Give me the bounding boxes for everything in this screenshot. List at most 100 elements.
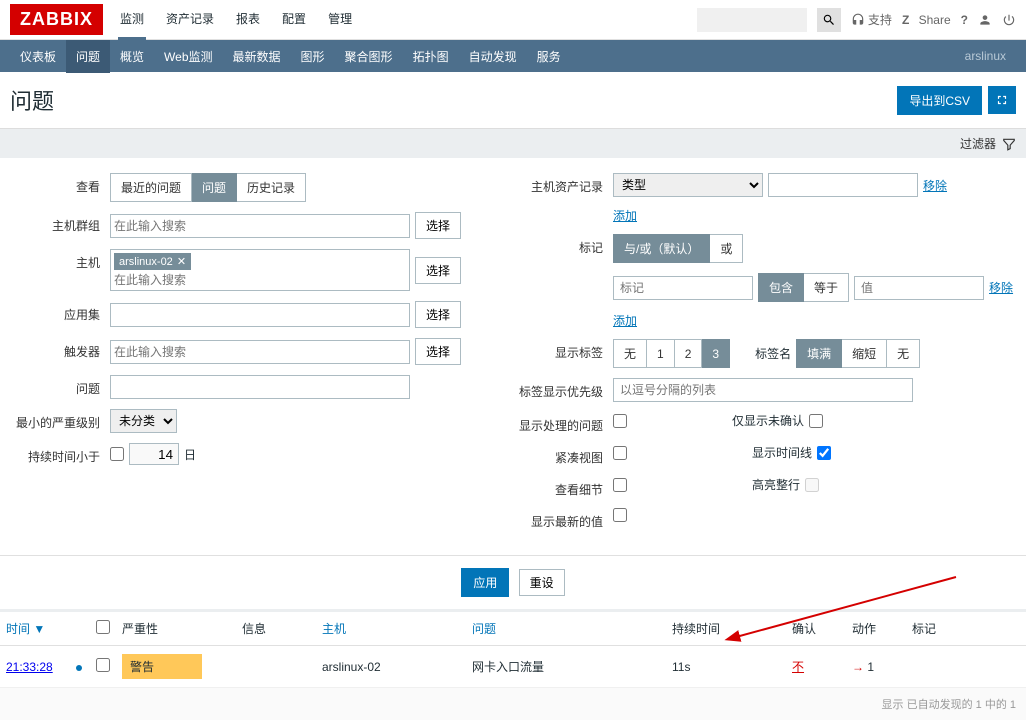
host-select-button[interactable]: 选择 — [415, 257, 461, 284]
th-host[interactable]: 主机 — [322, 622, 346, 636]
support-link[interactable]: 支持 — [851, 11, 892, 28]
row-ack[interactable]: 不 — [792, 660, 804, 674]
table-row: 21:33:28 警告 arslinux-02 网卡入口流量 11s 不 → 1 — [0, 646, 1026, 688]
severity-select[interactable]: 未分类 — [110, 409, 177, 433]
highlight-label: 高亮整行 — [752, 476, 800, 493]
inventory-add-link[interactable]: 添加 — [613, 207, 637, 224]
duration-value[interactable] — [129, 443, 179, 465]
topnav-menu: 监测 资产记录 报表 配置 管理 — [118, 0, 354, 40]
th-problem[interactable]: 问题 — [472, 622, 496, 636]
tagname-short[interactable]: 缩短 — [842, 339, 887, 368]
tag-add-link[interactable]: 添加 — [613, 312, 637, 329]
showtags-none[interactable]: 无 — [613, 339, 647, 368]
duration-checkbox[interactable] — [110, 447, 124, 461]
subnav-latest[interactable]: 最新数据 — [223, 40, 291, 73]
search-button[interactable] — [817, 8, 841, 32]
showtags-group: 无 1 2 3 — [613, 339, 730, 368]
tagname-none[interactable]: 无 — [887, 339, 920, 368]
view-problems[interactable]: 问题 — [192, 173, 237, 202]
latest-label: 显示最新的值 — [513, 508, 613, 530]
app-select-button[interactable]: 选择 — [415, 301, 461, 328]
row-checkbox[interactable] — [96, 658, 110, 672]
filter-toggle[interactable]: 过滤器 — [960, 135, 1016, 152]
global-search-input[interactable] — [697, 8, 807, 32]
view-history[interactable]: 历史记录 — [237, 173, 306, 202]
help-link[interactable]: ? — [961, 13, 968, 27]
nav-reports[interactable]: 报表 — [234, 0, 262, 40]
fullscreen-icon — [995, 93, 1009, 107]
nav-admin[interactable]: 管理 — [326, 0, 354, 40]
highlight-checkbox[interactable] — [805, 478, 819, 492]
tags-or-button[interactable]: 或 — [710, 234, 743, 263]
filter-actions: 应用 重设 — [0, 556, 1026, 612]
nav-inventory[interactable]: 资产记录 — [164, 0, 216, 40]
app-input[interactable] — [110, 303, 410, 327]
view-recent[interactable]: 最近的问题 — [110, 173, 192, 202]
row-severity: 警告 — [122, 654, 202, 679]
subnav-problems[interactable]: 问题 — [66, 40, 110, 73]
tag-contain-button[interactable]: 包含 — [758, 273, 804, 302]
showtags-1[interactable]: 1 — [647, 339, 675, 368]
th-time[interactable]: 时间 ▼ — [6, 622, 45, 636]
showtags-label: 显示标签 — [513, 339, 613, 361]
hostgroup-select-button[interactable]: 选择 — [415, 212, 461, 239]
inventory-type-select[interactable]: 类型 — [613, 173, 763, 197]
tag-name-input[interactable] — [613, 276, 753, 300]
showtags-3[interactable]: 3 — [702, 339, 730, 368]
row-time[interactable]: 21:33:28 — [6, 660, 53, 674]
host-multiselect[interactable]: arslinux-02 ✕ — [110, 249, 410, 291]
apply-button[interactable]: 应用 — [461, 568, 509, 597]
tags-andor-button[interactable]: 与/或（默认） — [613, 234, 710, 263]
details-label: 查看细节 — [513, 476, 613, 498]
nav-monitoring[interactable]: 监测 — [118, 0, 146, 40]
inventory-remove-link[interactable]: 移除 — [923, 177, 947, 194]
user-link[interactable] — [978, 13, 992, 27]
hostgroup-input[interactable] — [114, 219, 406, 233]
subnav-dashboard[interactable]: 仪表板 — [10, 40, 66, 73]
latest-checkbox[interactable] — [613, 508, 627, 522]
subnav-discovery[interactable]: 自动发现 — [459, 40, 527, 73]
tag-value-input[interactable] — [854, 276, 984, 300]
tagname-full[interactable]: 填满 — [796, 339, 842, 368]
subnav-screens[interactable]: 聚合图形 — [335, 40, 403, 73]
host-input[interactable] — [114, 273, 406, 287]
select-all-checkbox[interactable] — [96, 620, 110, 634]
duration-unit: 日 — [184, 446, 196, 463]
timeline-checkbox[interactable] — [817, 446, 831, 460]
details-checkbox[interactable] — [613, 478, 627, 492]
tag-equal-button[interactable]: 等于 — [804, 273, 849, 302]
host-tag[interactable]: arslinux-02 ✕ — [114, 253, 191, 270]
subnav-services[interactable]: 服务 — [527, 40, 571, 73]
logout-link[interactable] — [1002, 13, 1016, 27]
showproc-checkbox[interactable] — [613, 414, 627, 428]
hostgroup-label: 主机群组 — [10, 212, 110, 234]
problem-input[interactable] — [110, 375, 410, 399]
showtags-2[interactable]: 2 — [675, 339, 703, 368]
filter-bar: 过滤器 — [0, 128, 1026, 158]
subnav-maps[interactable]: 拓扑图 — [403, 40, 459, 73]
view-label: 查看 — [10, 173, 110, 195]
user-icon — [978, 13, 992, 27]
export-csv-button[interactable]: 导出到CSV — [897, 86, 982, 115]
share-link[interactable]: Z Share — [902, 13, 951, 27]
subnav-web[interactable]: Web监测 — [154, 40, 222, 73]
tag-remove-link[interactable]: 移除 — [989, 279, 1013, 296]
trigger-input[interactable] — [114, 345, 406, 359]
inventory-value-input[interactable] — [768, 173, 918, 197]
current-user: arslinux — [955, 41, 1016, 71]
compact-checkbox[interactable] — [613, 446, 627, 460]
subnav-overview[interactable]: 概览 — [110, 40, 154, 73]
nav-config[interactable]: 配置 — [280, 0, 308, 40]
trigger-multiselect[interactable] — [110, 340, 410, 364]
unack-checkbox[interactable] — [809, 414, 823, 428]
sub-navigation: 仪表板 问题 概览 Web监测 最新数据 图形 聚合图形 拓扑图 自动发现 服务… — [0, 40, 1026, 72]
tagprio-input[interactable] — [613, 378, 913, 402]
subnav-graphs[interactable]: 图形 — [291, 40, 335, 73]
row-duration: 11s — [666, 646, 786, 688]
fullscreen-button[interactable] — [988, 86, 1016, 114]
trigger-select-button[interactable]: 选择 — [415, 338, 461, 365]
hostgroup-multiselect[interactable] — [110, 214, 410, 238]
host-tag-remove[interactable]: ✕ — [177, 255, 186, 268]
reset-button[interactable]: 重设 — [519, 569, 565, 596]
zabbix-logo[interactable]: ZABBIX — [10, 4, 103, 35]
